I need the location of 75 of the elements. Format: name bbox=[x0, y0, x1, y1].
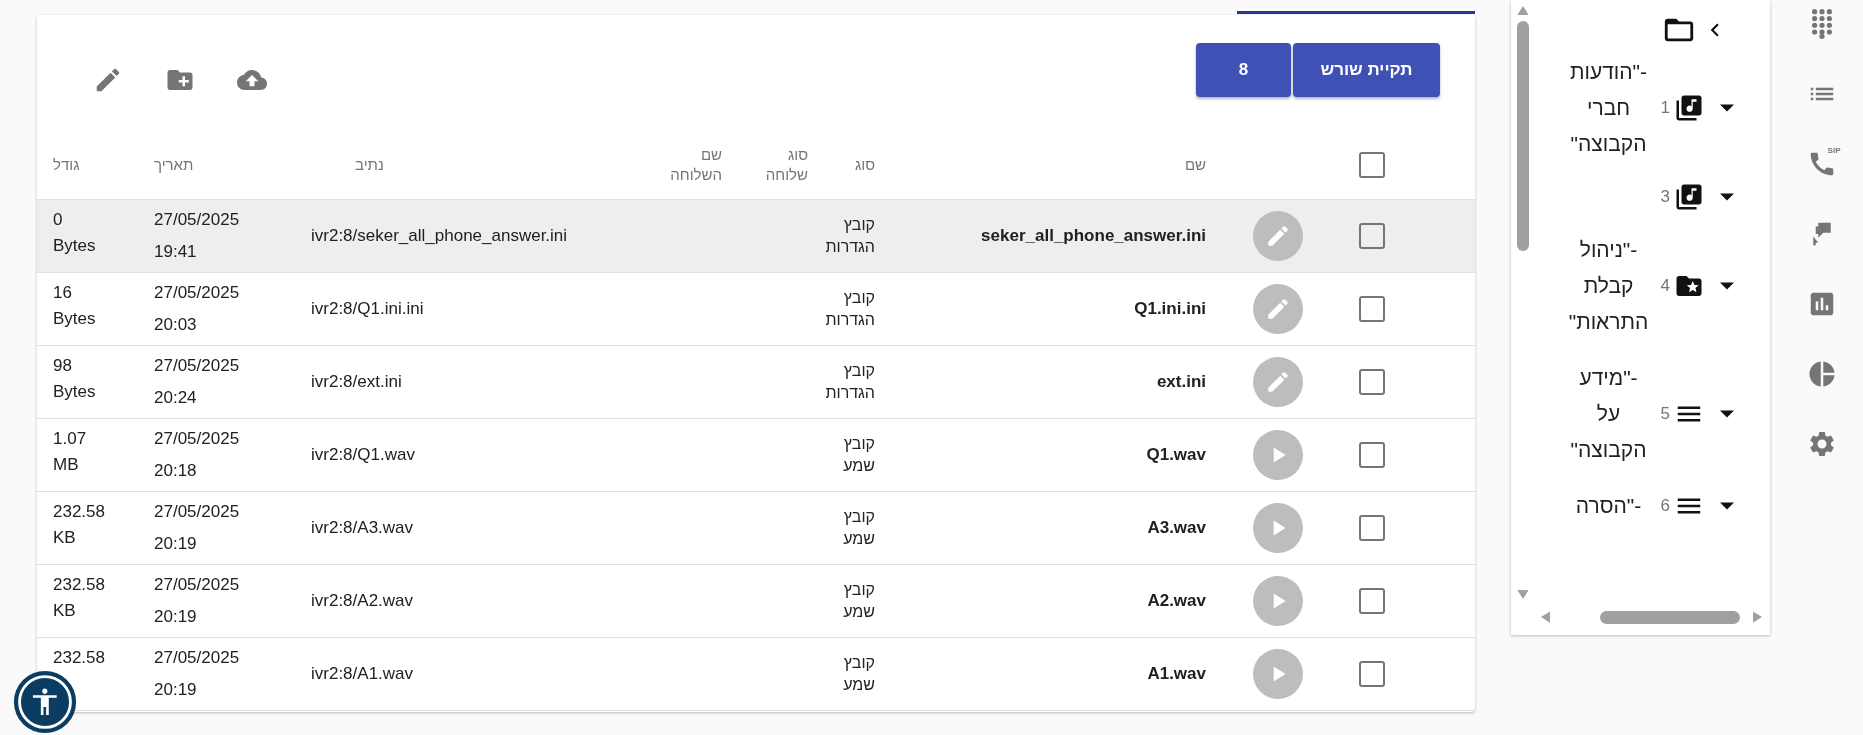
file-type: קובץ שמע bbox=[843, 580, 875, 622]
caret-icon[interactable] bbox=[1720, 410, 1734, 418]
file-path: ivr2:8/Q1.wav bbox=[311, 444, 415, 466]
row-checkbox[interactable] bbox=[1359, 588, 1385, 614]
file-path: ivr2:8/A2.wav bbox=[311, 590, 414, 612]
file-type: קובץ הגדרות bbox=[825, 361, 875, 403]
file-name: A3.wav bbox=[1147, 518, 1206, 538]
file-path: ivr2:8/seker_all_phone_answer.ini bbox=[311, 225, 568, 247]
file-date: 27/05/2025 20:03 bbox=[154, 282, 240, 336]
column-header[interactable]: שם bbox=[1184, 154, 1206, 175]
file-size: 98 Bytes bbox=[53, 355, 96, 403]
file-size: 232.58 KB bbox=[53, 501, 105, 549]
count-button[interactable]: 8 bbox=[1196, 43, 1291, 97]
file-date: 27/05/2025 20:24 bbox=[154, 355, 240, 409]
file-date: 27/05/2025 19:41 bbox=[154, 209, 240, 263]
column-header[interactable]: נתיב bbox=[355, 154, 384, 175]
scroll-down-icon[interactable] bbox=[1517, 590, 1529, 599]
scroll-right-icon[interactable] bbox=[1753, 611, 1762, 623]
file-name: seker_all_phone_answer.ini bbox=[981, 226, 1206, 246]
file-date: 27/05/2025 20:18 bbox=[154, 428, 240, 482]
caret-icon[interactable] bbox=[1720, 502, 1734, 510]
file-date: 27/05/2025 20:19 bbox=[154, 501, 240, 555]
caret-icon[interactable] bbox=[1720, 104, 1734, 112]
file-type: קובץ שמע bbox=[843, 507, 875, 549]
item-number: 3 bbox=[1660, 187, 1670, 207]
tree-item-label[interactable]: -"מידע על הקבוצה" bbox=[1568, 360, 1649, 468]
scroll-left-icon[interactable] bbox=[1541, 611, 1550, 623]
row-checkbox[interactable] bbox=[1359, 296, 1385, 322]
file-size: 232.58 bbox=[53, 647, 105, 669]
column-header[interactable]: תאריך bbox=[154, 154, 194, 175]
music-library-icon bbox=[1674, 182, 1704, 212]
scroll-up-icon[interactable] bbox=[1517, 6, 1529, 15]
row-checkbox[interactable] bbox=[1359, 661, 1385, 687]
item-number: 5 bbox=[1660, 404, 1670, 424]
scrollbar-thumb[interactable] bbox=[1517, 21, 1529, 251]
file-type: קובץ שמע bbox=[843, 653, 875, 695]
item-number: 1 bbox=[1660, 98, 1670, 118]
file-type: קובץ שמע bbox=[843, 434, 875, 476]
file-type: קובץ הגדרות bbox=[825, 288, 875, 330]
tree-item-label[interactable]: -"הסרה bbox=[1568, 488, 1649, 524]
file-date: 27/05/2025 20:19 bbox=[154, 574, 240, 628]
column-header[interactable]: סוג שלוחה bbox=[765, 144, 808, 185]
accessibility-button[interactable] bbox=[12, 669, 78, 735]
item-number: 6 bbox=[1660, 496, 1670, 516]
file-date: 27/05/2025 20:19 bbox=[154, 647, 240, 701]
file-name: A1.wav bbox=[1147, 664, 1206, 684]
file-size: 16 Bytes bbox=[53, 282, 96, 330]
file-path: ivr2:8/A1.wav bbox=[311, 663, 414, 685]
caret-icon[interactable] bbox=[1720, 193, 1734, 201]
tree-item-label[interactable]: -"הודעות חברי הקבוצה" bbox=[1568, 54, 1649, 162]
caret-icon[interactable] bbox=[1720, 282, 1734, 290]
file-name: ext.ini bbox=[1156, 372, 1206, 392]
item-number: 4 bbox=[1660, 276, 1670, 296]
column-header[interactable]: גודל bbox=[53, 154, 80, 175]
row-checkbox[interactable] bbox=[1359, 369, 1385, 395]
file-size: 232.58 KB bbox=[53, 574, 105, 622]
column-header[interactable]: סוג bbox=[854, 154, 875, 175]
root-folder-button[interactable]: תקיית שורש bbox=[1293, 43, 1440, 97]
file-path: ivr2:8/ext.ini bbox=[311, 371, 402, 393]
row-checkbox[interactable] bbox=[1359, 442, 1385, 468]
file-size: 0 Bytes bbox=[53, 209, 96, 257]
file-name: Q1.ini.ini bbox=[1134, 299, 1206, 319]
music-library-icon bbox=[1674, 93, 1704, 123]
select-all-checkbox[interactable] bbox=[1359, 151, 1385, 178]
tree-item-label[interactable]: -"ניהול קבלת התראות" bbox=[1568, 232, 1649, 340]
row-checkbox[interactable] bbox=[1359, 223, 1385, 249]
row-checkbox[interactable] bbox=[1359, 515, 1385, 541]
file-path: ivr2:8/Q1.ini.ini bbox=[311, 298, 424, 320]
file-name: A2.wav bbox=[1147, 591, 1206, 611]
column-header[interactable]: שם השלוחה bbox=[670, 144, 722, 185]
scrollbar-thumb[interactable] bbox=[1600, 610, 1740, 624]
file-name: Q1.wav bbox=[1146, 445, 1206, 465]
file-size: 1.07 MB bbox=[53, 428, 87, 476]
file-type: קובץ הגדרות bbox=[825, 215, 875, 257]
file-path: ivr2:8/A3.wav bbox=[311, 517, 414, 539]
